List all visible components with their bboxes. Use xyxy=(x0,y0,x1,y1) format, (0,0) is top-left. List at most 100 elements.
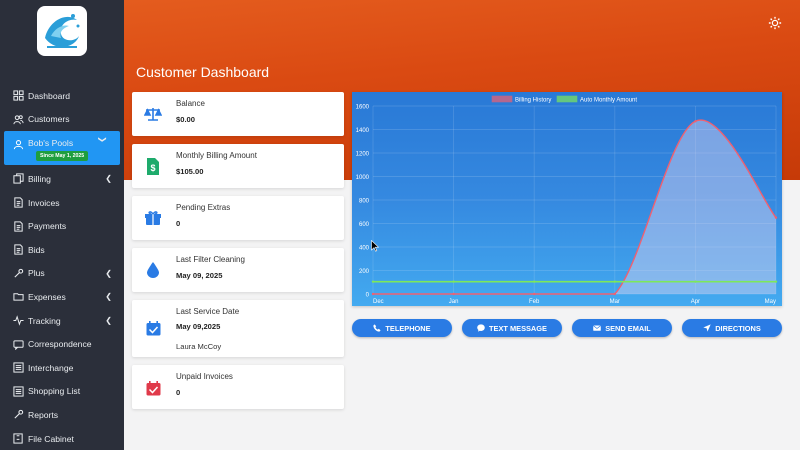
y-tick-label: 0 xyxy=(366,293,370,299)
filter-cleaning-card: Last Filter Cleaning May 09, 2025 xyxy=(132,248,344,292)
telephone-button[interactable]: TELEPHONE xyxy=(352,319,452,337)
data-point xyxy=(533,280,536,283)
sidebar-item-correspondence[interactable]: Correspondence xyxy=(0,332,124,356)
sidebar-item-file-cabinet[interactable]: File Cabinet xyxy=(0,427,124,450)
legend-label: Billing History xyxy=(515,98,551,104)
sidebar-item-label: Reports xyxy=(28,409,59,420)
billing-chart-svg: 0 200 400 600 800 1000 1200 1400 1600 Dec Jan Feb Ma… xyxy=(356,95,778,305)
user-icon xyxy=(12,138,24,150)
y-tick-label: 1400 xyxy=(356,128,370,134)
send-email-button[interactable]: SEND EMAIL xyxy=(572,319,672,337)
sidebar-item-label: Invoices xyxy=(28,197,60,208)
sidebar-item-reports[interactable]: Reports xyxy=(0,403,124,427)
phone-icon xyxy=(373,324,382,332)
chat-bubble-icon xyxy=(477,324,485,332)
sidebar-item-label: Bids xyxy=(28,244,45,255)
data-point xyxy=(613,292,616,296)
service-technician: Laura McCoy xyxy=(176,342,222,351)
data-point xyxy=(774,280,778,283)
sidebar-item-bids[interactable]: Bids xyxy=(0,238,124,262)
sidebar-item-label: Dashboard xyxy=(28,90,71,101)
document-icon xyxy=(12,220,24,232)
service-date-card: Last Service Date May 09,2025 Laura McCo… xyxy=(132,300,344,357)
sidebar-item-dashboard[interactable]: Dashboard xyxy=(0,84,124,108)
y-tick-label: 1600 xyxy=(356,105,370,111)
text-message-button-label: TEXT MESSAGE xyxy=(489,323,547,333)
service-date-value: May 09,2025 xyxy=(176,322,221,331)
x-tick-label: Feb xyxy=(529,299,540,305)
sidebar-item-payments[interactable]: Payments xyxy=(0,214,124,238)
directions-button-label: DIRECTIONS xyxy=(715,323,761,333)
x-tick-label: Dec xyxy=(373,299,384,305)
sidebar-item-label: Shopping List xyxy=(28,386,81,397)
sidebar-item-label: File Cabinet xyxy=(28,433,74,444)
directions-button[interactable]: DIRECTIONS xyxy=(682,319,782,337)
chat-icon xyxy=(12,338,24,350)
x-tick-label: Jan xyxy=(449,299,459,305)
water-drop-icon xyxy=(144,261,162,279)
y-tick-label: 800 xyxy=(359,199,370,205)
balance-value: $0.00 xyxy=(176,115,196,124)
list-icon xyxy=(12,362,24,374)
files-icon xyxy=(12,173,24,185)
text-message-button[interactable]: TEXT MESSAGE xyxy=(462,319,562,337)
sidebar-item-label: Correspondence xyxy=(28,339,92,350)
sidebar-item-label: Plus xyxy=(28,268,45,279)
list-icon xyxy=(12,385,24,397)
y-tick-label: 400 xyxy=(359,246,370,252)
sidebar-item-interchange[interactable]: Interchange xyxy=(0,356,124,380)
chevron-left-icon[interactable]: ❮ xyxy=(105,269,112,278)
sidebar-item-customers[interactable]: Customers xyxy=(0,108,124,132)
scale-icon xyxy=(144,105,162,123)
data-point xyxy=(694,120,697,123)
document-icon xyxy=(12,244,24,256)
calendar-check-icon xyxy=(144,319,162,337)
data-point xyxy=(452,292,455,296)
data-point xyxy=(774,216,778,219)
wrench-icon xyxy=(12,267,24,279)
legend-swatch xyxy=(491,95,513,103)
sidebar-item-billing[interactable]: Billing ❮ xyxy=(0,167,124,191)
pulse-icon xyxy=(12,315,24,327)
folder-icon xyxy=(12,291,24,303)
sidebar-item-plus[interactable]: Plus ❮ xyxy=(0,262,124,286)
wrench-icon xyxy=(12,409,24,421)
status-badge: Since May 1, 2025 xyxy=(36,151,89,162)
envelope-icon xyxy=(593,324,601,332)
cabinet-icon xyxy=(12,433,24,445)
navigation-arrow-icon xyxy=(703,324,711,332)
chevron-left-icon[interactable]: ❮ xyxy=(105,292,112,301)
sidebar-item-label: Bob's Pools xyxy=(28,138,74,149)
chevron-left-icon[interactable]: ❮ xyxy=(105,316,112,325)
sidebar-item-invoices[interactable]: Invoices xyxy=(0,191,124,215)
unpaid-invoices-card: Unpaid Invoices 0 xyxy=(132,365,344,409)
sidebar-item-tracking[interactable]: Tracking ❮ xyxy=(0,309,124,333)
sidebar-item-label: Interchange xyxy=(28,362,74,373)
data-point xyxy=(533,292,536,296)
calendar-check-icon xyxy=(144,379,162,397)
sidebar-item-shopping-list[interactable]: Shopping List xyxy=(0,380,124,404)
data-point xyxy=(371,280,375,283)
service-date-label: Last Service Date xyxy=(176,307,240,316)
y-tick-label: 1200 xyxy=(356,152,370,158)
sidebar-item-expenses[interactable]: Expenses ❮ xyxy=(0,285,124,309)
company-logo[interactable] xyxy=(37,6,87,56)
legend-label: Auto Monthly Amount xyxy=(580,98,637,104)
chevron-left-icon[interactable]: ❮ xyxy=(105,174,112,183)
grid-icon xyxy=(12,90,24,102)
sidebar-item-label: Payments xyxy=(28,221,67,232)
sidebar-item-bobs-pools[interactable]: Bob's Pools ❯ Since May 1, 2025 xyxy=(4,131,120,166)
billing-chart: 0 200 400 600 800 1000 1200 1400 1600 Dec Jan Feb Ma… xyxy=(352,92,782,306)
data-point xyxy=(613,280,616,283)
gear-icon[interactable] xyxy=(768,16,782,30)
users-icon xyxy=(12,113,24,125)
svg-text:$: $ xyxy=(150,163,155,173)
chevron-down-icon[interactable]: ❯ xyxy=(98,136,107,143)
monthly-billing-label: Monthly Billing Amount xyxy=(176,151,257,160)
page-title: Customer Dashboard xyxy=(136,64,270,80)
sidebar: Dashboard Customers Bob's Pools ❯ Since … xyxy=(0,0,124,450)
monthly-billing-card: $ Monthly Billing Amount $105.00 xyxy=(132,144,344,188)
pending-extras-value: 0 xyxy=(176,219,181,228)
data-point xyxy=(694,280,697,283)
y-tick-label: 1000 xyxy=(356,175,370,181)
